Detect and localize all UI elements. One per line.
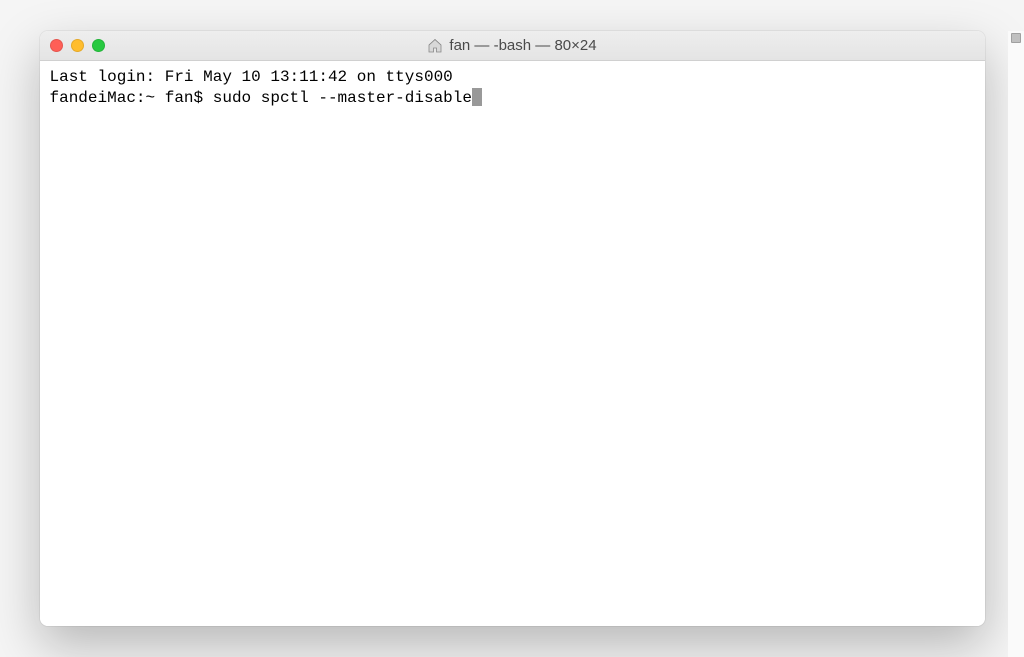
prompt: fandeiMac:~ fan$ (50, 89, 213, 107)
terminal-content[interactable]: Last login: Fri May 10 13:11:42 on ttys0… (40, 61, 985, 626)
last-login-line: Last login: Fri May 10 13:11:42 on ttys0… (50, 67, 975, 88)
traffic-lights (50, 39, 105, 52)
window-title: fan — -bash — 80×24 (449, 37, 596, 54)
command-input: sudo spctl --master-disable (213, 89, 472, 107)
cursor (472, 88, 482, 106)
terminal-window: fan — -bash — 80×24 Last login: Fri May … (40, 31, 985, 626)
minimize-button[interactable] (71, 39, 84, 52)
home-icon (427, 38, 443, 54)
zoom-button[interactable] (92, 39, 105, 52)
title-container: fan — -bash — 80×24 (40, 37, 985, 54)
window-titlebar[interactable]: fan — -bash — 80×24 (40, 31, 985, 61)
close-button[interactable] (50, 39, 63, 52)
